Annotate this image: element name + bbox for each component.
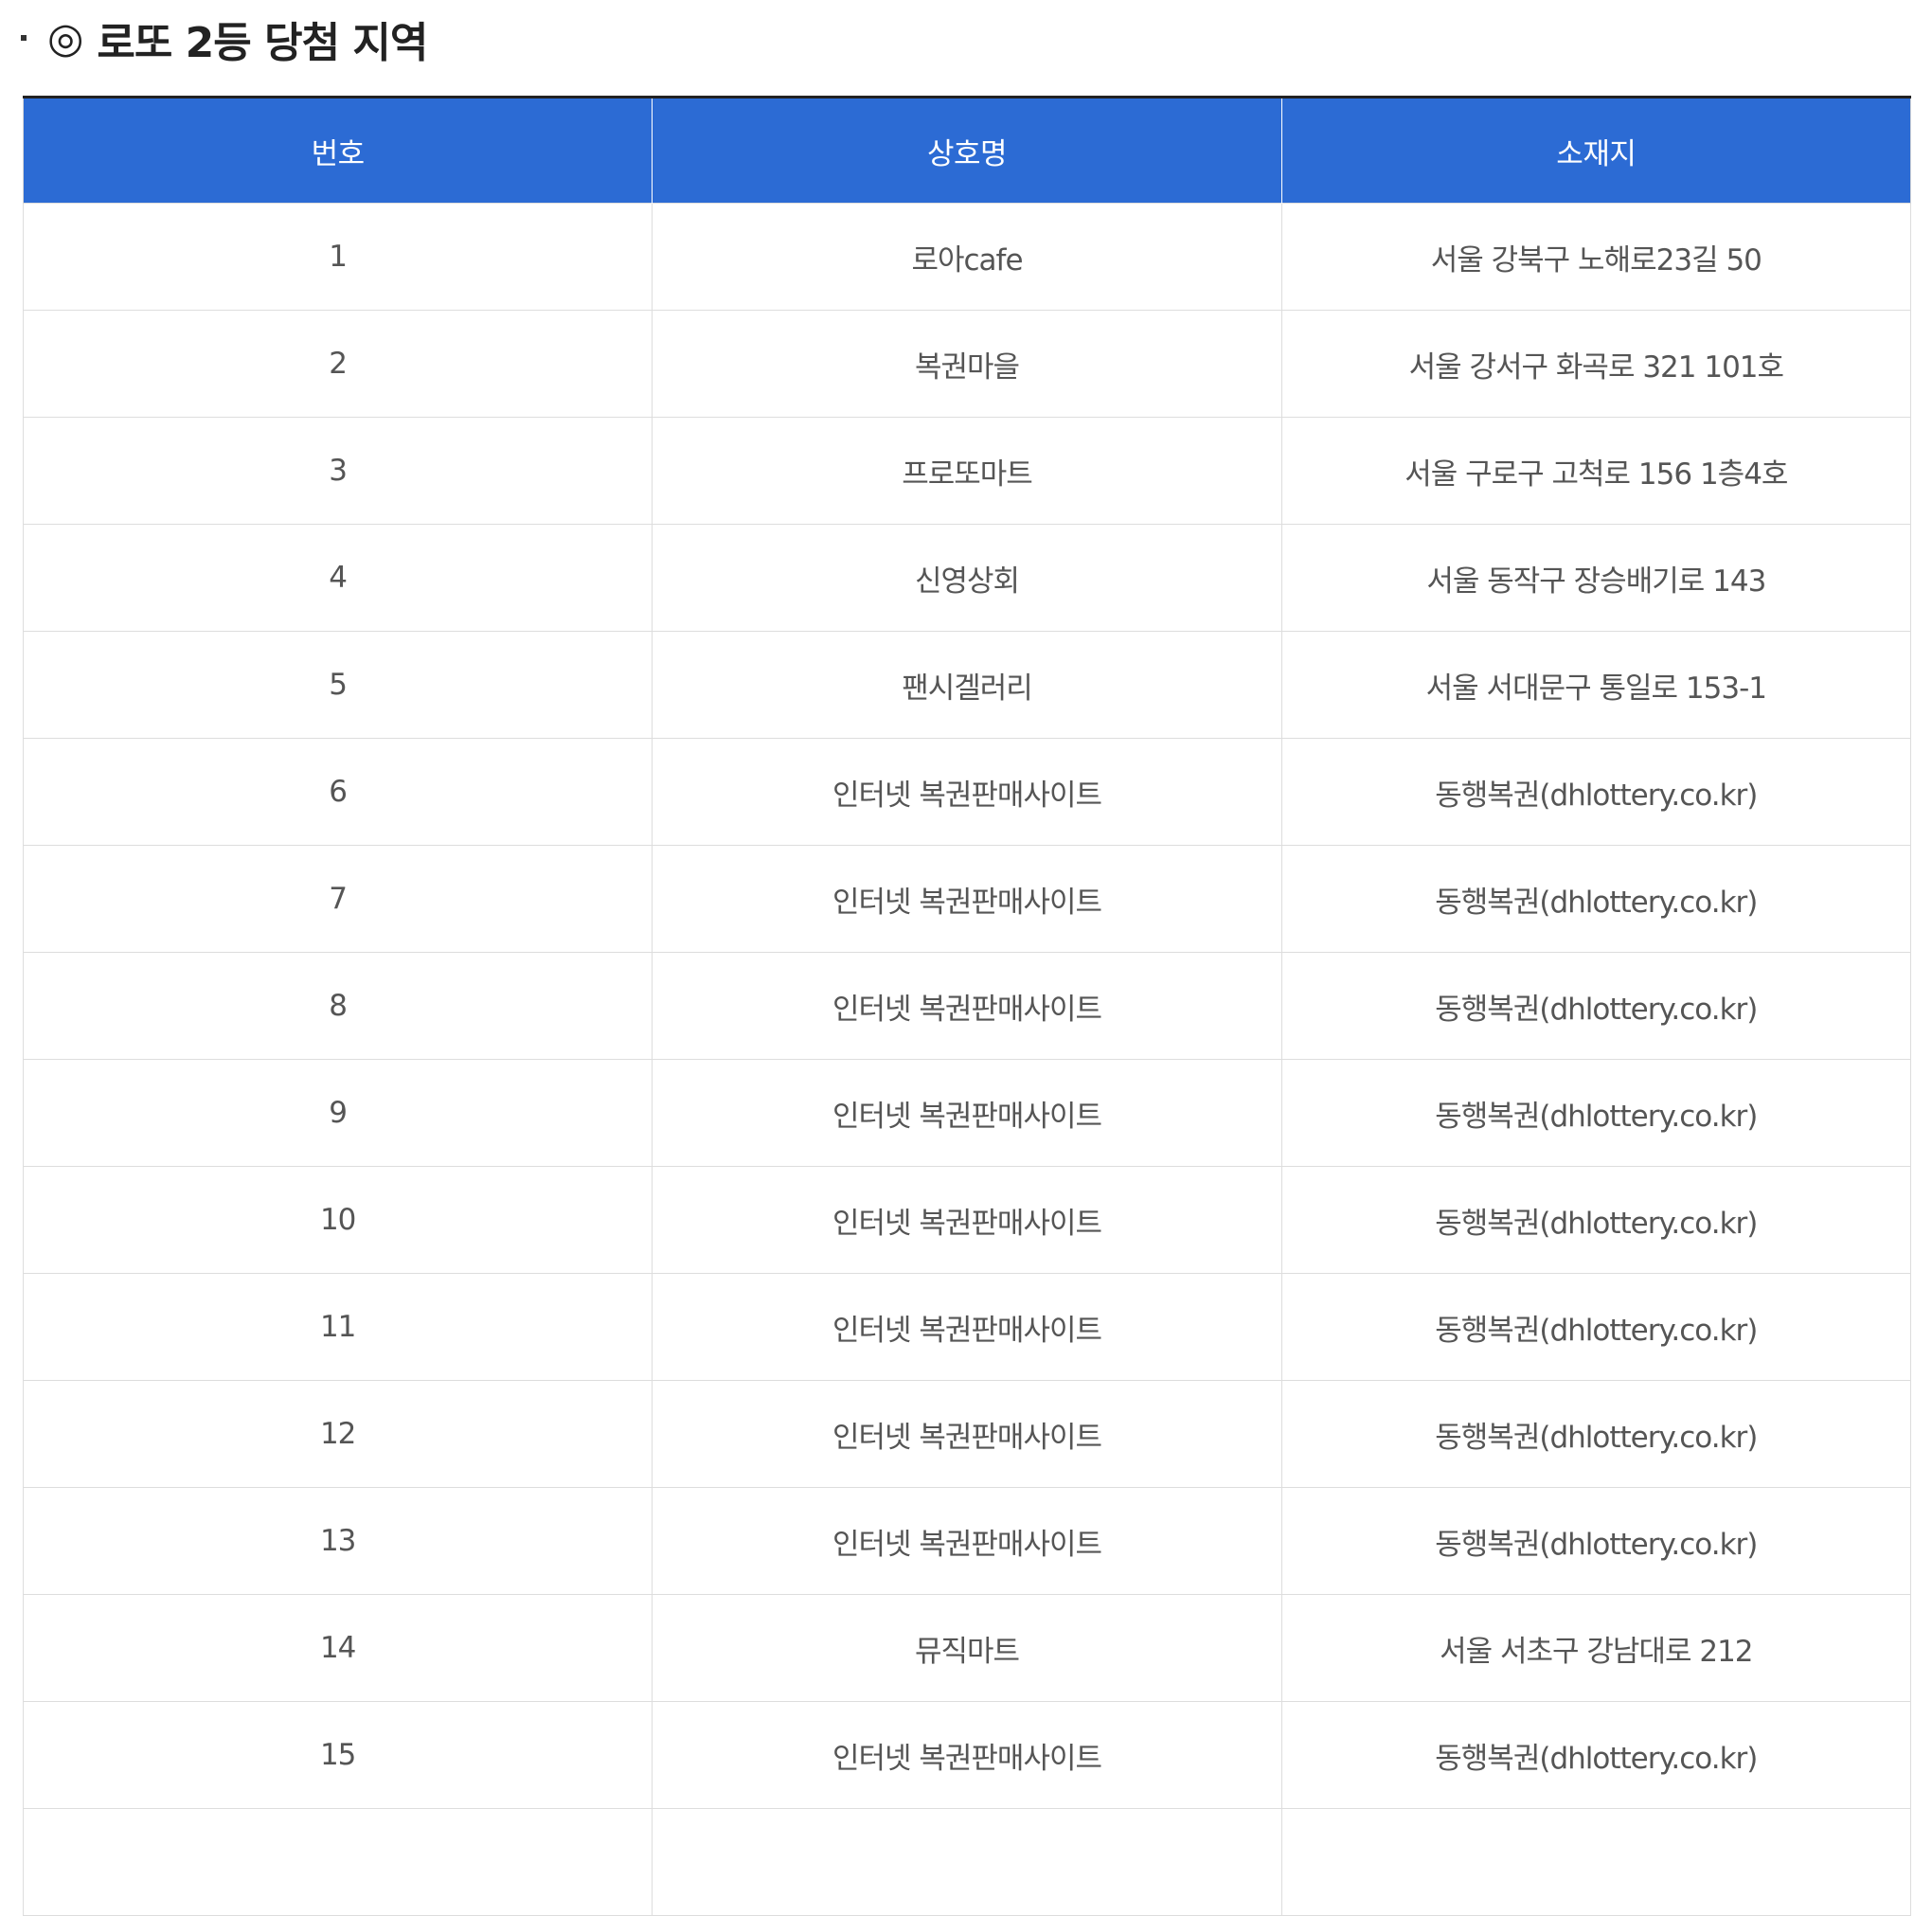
- table-row: 15 인터넷 복권판매사이트 동행복권(dhlottery.co.kr): [22, 1701, 1912, 1809]
- cell-address: 서울 동작구 장승배기로 143: [1280, 524, 1912, 632]
- cell-store-name: 인터넷 복권판매사이트: [652, 1380, 1282, 1488]
- column-header-number: 번호: [22, 98, 653, 204]
- winners-table: 번호 상호명 소재지 1 로아cafe 서울 강북구 노해로23길 50 2 복권마을 서…: [22, 98, 1912, 1916]
- table-row: 1 로아cafe 서울 강북구 노해로23길 50: [22, 203, 1912, 311]
- cell-address: 서울 강북구 노해로23길 50: [1280, 203, 1912, 311]
- cell-address: 동행복권(dhlottery.co.kr): [1280, 952, 1912, 1060]
- cell-store-name: 뮤직마트: [652, 1594, 1282, 1702]
- cell-store-name: 인터넷 복권판매사이트: [652, 738, 1282, 846]
- section-header: ◎ 로또 2등 당첨 지역: [0, 0, 1932, 74]
- double-circle-icon: ◎: [47, 14, 84, 63]
- cell-store-name: [652, 1808, 1282, 1916]
- cell-store-name: 인터넷 복권판매사이트: [652, 1487, 1282, 1595]
- table-row: 4 신영상회 서울 동작구 장승배기로 143: [22, 524, 1912, 632]
- cell-store-name: 인터넷 복권판매사이트: [652, 1166, 1282, 1274]
- cell-store-name: 팬시겔러리: [652, 631, 1282, 739]
- table-header: 번호 상호명 소재지: [22, 98, 1912, 204]
- cell-address: 서울 서초구 강남대로 212: [1280, 1594, 1912, 1702]
- table-row: 14 뮤직마트 서울 서초구 강남대로 212: [22, 1594, 1912, 1702]
- table-row: 7 인터넷 복권판매사이트 동행복권(dhlottery.co.kr): [22, 845, 1912, 953]
- cell-number: 7: [22, 845, 653, 953]
- cell-store-name: 신영상회: [652, 524, 1282, 632]
- table-row: 6 인터넷 복권판매사이트 동행복권(dhlottery.co.kr): [22, 738, 1912, 846]
- table-row: 9 인터넷 복권판매사이트 동행복권(dhlottery.co.kr): [22, 1059, 1912, 1167]
- cell-number: 5: [22, 631, 653, 739]
- cell-address: [1280, 1808, 1912, 1916]
- cell-address: 동행복권(dhlottery.co.kr): [1280, 1059, 1912, 1167]
- table-row: 10 인터넷 복권판매사이트 동행복권(dhlottery.co.kr): [22, 1166, 1912, 1274]
- cell-address: 서울 강서구 화곡로 321 101호: [1280, 310, 1912, 418]
- cell-number: 1: [22, 203, 653, 311]
- winners-table-container: 번호 상호명 소재지 1 로아cafe 서울 강북구 노해로23길 50 2 복권마을 서…: [22, 96, 1912, 1916]
- cell-number: 3: [22, 417, 653, 525]
- cell-address: 동행복권(dhlottery.co.kr): [1280, 845, 1912, 953]
- table-header-row: 번호 상호명 소재지: [22, 98, 1912, 204]
- cell-address: 동행복권(dhlottery.co.kr): [1280, 1380, 1912, 1488]
- cell-number: 8: [22, 952, 653, 1060]
- cell-number: 6: [22, 738, 653, 846]
- table-row: 13 인터넷 복권판매사이트 동행복권(dhlottery.co.kr): [22, 1487, 1912, 1595]
- table-row: 12 인터넷 복권판매사이트 동행복권(dhlottery.co.kr): [22, 1380, 1912, 1488]
- cell-address: 서울 구로구 고척로 156 1층4호: [1280, 417, 1912, 525]
- column-header-store-name: 상호명: [652, 98, 1282, 204]
- table-row: [22, 1808, 1912, 1916]
- cell-address: 동행복권(dhlottery.co.kr): [1280, 1166, 1912, 1274]
- cell-number: 13: [22, 1487, 653, 1595]
- cell-store-name: 인터넷 복권판매사이트: [652, 1701, 1282, 1809]
- cell-address: 동행복권(dhlottery.co.kr): [1280, 1273, 1912, 1381]
- cell-store-name: 프로또마트: [652, 417, 1282, 525]
- cell-number: 12: [22, 1380, 653, 1488]
- page-title: 로또 2등 당첨 지역: [97, 19, 428, 67]
- table-row: 8 인터넷 복권판매사이트 동행복권(dhlottery.co.kr): [22, 952, 1912, 1060]
- cell-store-name: 인터넷 복권판매사이트: [652, 1273, 1282, 1381]
- cell-store-name: 복권마을: [652, 310, 1282, 418]
- bullet-icon: [21, 35, 27, 41]
- column-header-address: 소재지: [1280, 98, 1912, 204]
- table-row: 11 인터넷 복권판매사이트 동행복권(dhlottery.co.kr): [22, 1273, 1912, 1381]
- cell-address: 동행복권(dhlottery.co.kr): [1280, 1701, 1912, 1809]
- cell-number: 15: [22, 1701, 653, 1809]
- table-row: 5 팬시겔러리 서울 서대문구 통일로 153-1: [22, 631, 1912, 739]
- cell-number: 11: [22, 1273, 653, 1381]
- section-title: ◎ 로또 2등 당첨 지역: [47, 6, 428, 72]
- cell-number: 14: [22, 1594, 653, 1702]
- cell-number: 4: [22, 524, 653, 632]
- table-row: 3 프로또마트 서울 구로구 고척로 156 1층4호: [22, 417, 1912, 525]
- table-row: 2 복권마을 서울 강서구 화곡로 321 101호: [22, 310, 1912, 418]
- cell-store-name: 인터넷 복권판매사이트: [652, 952, 1282, 1060]
- cell-address: 동행복권(dhlottery.co.kr): [1280, 738, 1912, 846]
- cell-address: 동행복권(dhlottery.co.kr): [1280, 1487, 1912, 1595]
- cell-address: 서울 서대문구 통일로 153-1: [1280, 631, 1912, 739]
- cell-store-name: 인터넷 복권판매사이트: [652, 1059, 1282, 1167]
- cell-number: 10: [22, 1166, 653, 1274]
- cell-store-name: 인터넷 복권판매사이트: [652, 845, 1282, 953]
- cell-store-name: 로아cafe: [652, 203, 1282, 311]
- cell-number: [22, 1808, 653, 1916]
- cell-number: 9: [22, 1059, 653, 1167]
- table-body: 1 로아cafe 서울 강북구 노해로23길 50 2 복권마을 서울 강서구 화곡로 3…: [22, 203, 1912, 1916]
- cell-number: 2: [22, 310, 653, 418]
